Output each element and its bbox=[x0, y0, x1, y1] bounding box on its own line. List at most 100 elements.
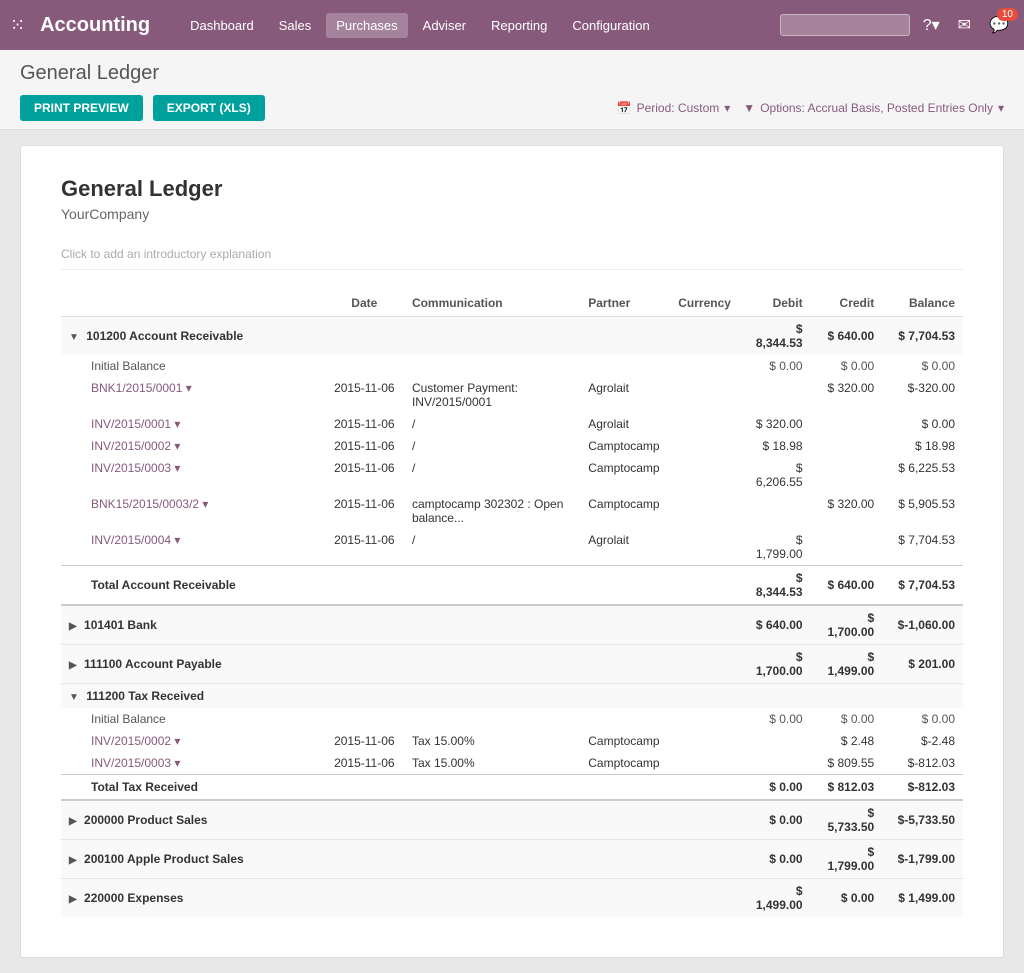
account-debit: $ 1,700.00 bbox=[739, 645, 811, 684]
row-date: 2015-11-06 bbox=[325, 377, 404, 413]
row-balance: $ 7,704.53 bbox=[882, 529, 963, 566]
account-credit: $ 640.00 bbox=[811, 317, 883, 356]
row-communication: Tax 15.00% bbox=[404, 730, 580, 752]
row-communication: / bbox=[404, 457, 580, 493]
account-row[interactable]: ▶ 200000 Product Sales $ 0.00$ 5,733.50$… bbox=[61, 800, 963, 840]
init-balance: $ 0.00 bbox=[882, 355, 963, 377]
options-dropdown-icon[interactable]: ▾ bbox=[998, 101, 1004, 115]
expand-icon[interactable]: ▶ bbox=[69, 855, 77, 866]
options-selector[interactable]: Options: Accrual Basis, Posted Entries O… bbox=[760, 101, 993, 115]
col-balance: Balance bbox=[882, 290, 963, 317]
row-currency bbox=[670, 377, 739, 413]
row-debit: $ 320.00 bbox=[739, 413, 811, 435]
nav-purchases[interactable]: Purchases bbox=[326, 13, 407, 38]
account-name: ▶ 200100 Apple Product Sales bbox=[61, 840, 739, 879]
account-balance: $ 7,704.53 bbox=[882, 317, 963, 356]
row-date: 2015-11-06 bbox=[325, 457, 404, 493]
row-debit bbox=[739, 752, 811, 775]
help-icon[interactable]: ?▾ bbox=[918, 12, 945, 38]
account-debit: $ 0.00 bbox=[739, 840, 811, 879]
row-credit bbox=[811, 413, 883, 435]
app-brand: Accounting bbox=[40, 14, 150, 37]
expand-icon[interactable]: ▶ bbox=[69, 894, 77, 905]
nav-right: ?▾ ✉ 💬 10 bbox=[780, 12, 1014, 38]
row-currency bbox=[670, 529, 739, 566]
row-date: 2015-11-06 bbox=[325, 529, 404, 566]
account-credit: $ 1,799.00 bbox=[811, 840, 883, 879]
row-partner: Camptocamp bbox=[580, 435, 670, 457]
table-row: INV/2015/0003 ▾ 2015-11-06 Tax 15.00% Ca… bbox=[61, 752, 963, 775]
row-communication: / bbox=[404, 529, 580, 566]
search-input[interactable] bbox=[780, 14, 910, 36]
row-ref[interactable]: BNK1/2015/0001 ▾ bbox=[61, 377, 325, 413]
total-debit: $ 0.00 bbox=[739, 775, 811, 801]
expand-icon[interactable]: ▼ bbox=[69, 692, 79, 703]
export-button[interactable]: EXPORT (XLS) bbox=[153, 95, 265, 121]
account-debit: $ 8,344.53 bbox=[739, 317, 811, 356]
expand-icon[interactable]: ▶ bbox=[69, 621, 77, 632]
top-navigation: ⁙ Accounting Dashboard Sales Purchases A… bbox=[0, 0, 1024, 50]
account-name: ▶ 101401 Bank bbox=[61, 605, 739, 645]
table-row: INV/2015/0002 ▾ 2015-11-06 / Camptocamp … bbox=[61, 435, 963, 457]
report-intro-placeholder[interactable]: Click to add an introductory explanation bbox=[61, 247, 963, 270]
row-communication: camptocamp 302302 : Open balance... bbox=[404, 493, 580, 529]
row-ref[interactable]: INV/2015/0004 ▾ bbox=[61, 529, 325, 566]
account-row[interactable]: ▶ 220000 Expenses $ 1,499.00$ 0.00$ 1,49… bbox=[61, 879, 963, 918]
table-row: BNK1/2015/0001 ▾ 2015-11-06 Customer Pay… bbox=[61, 377, 963, 413]
account-name: ▼ 111200 Tax Received bbox=[61, 684, 739, 709]
total-credit: $ 640.00 bbox=[811, 566, 883, 606]
grid-icon[interactable]: ⁙ bbox=[10, 15, 25, 36]
account-row[interactable]: ▼ 101200 Account Receivable $ 8,344.53$ … bbox=[61, 317, 963, 356]
row-ref[interactable]: INV/2015/0003 ▾ bbox=[61, 457, 325, 493]
page-header: General Ledger PRINT PREVIEW EXPORT (XLS… bbox=[0, 50, 1024, 130]
account-row[interactable]: ▶ 200100 Apple Product Sales $ 0.00$ 1,7… bbox=[61, 840, 963, 879]
expand-icon[interactable]: ▶ bbox=[69, 660, 77, 671]
row-ref[interactable]: INV/2015/0001 ▾ bbox=[61, 413, 325, 435]
chat-icon[interactable]: 💬 10 bbox=[984, 12, 1014, 38]
row-ref[interactable]: INV/2015/0003 ▾ bbox=[61, 752, 325, 775]
table-row: INV/2015/0002 ▾ 2015-11-06 Tax 15.00% Ca… bbox=[61, 730, 963, 752]
nav-dashboard[interactable]: Dashboard bbox=[180, 13, 264, 38]
total-label: Total Tax Received bbox=[61, 775, 739, 801]
row-ref[interactable]: INV/2015/0002 ▾ bbox=[61, 730, 325, 752]
messages-icon[interactable]: ✉ bbox=[953, 12, 976, 38]
row-partner: Agrolait bbox=[580, 413, 670, 435]
account-balance bbox=[882, 684, 963, 709]
toolbar: PRINT PREVIEW EXPORT (XLS) 📅 Period: Cus… bbox=[20, 95, 1004, 121]
total-label: Total Account Receivable bbox=[61, 566, 739, 606]
expand-icon[interactable]: ▼ bbox=[69, 332, 79, 343]
nav-configuration[interactable]: Configuration bbox=[562, 13, 659, 38]
account-credit: $ 1,700.00 bbox=[811, 605, 883, 645]
row-date: 2015-11-06 bbox=[325, 752, 404, 775]
row-partner: Camptocamp bbox=[580, 457, 670, 493]
nav-adviser[interactable]: Adviser bbox=[413, 13, 476, 38]
account-name: ▶ 111100 Account Payable bbox=[61, 645, 739, 684]
expand-icon[interactable]: ▶ bbox=[69, 816, 77, 827]
init-credit: $ 0.00 bbox=[811, 355, 883, 377]
col-credit: Credit bbox=[811, 290, 883, 317]
row-ref[interactable]: BNK15/2015/0003/2 ▾ bbox=[61, 493, 325, 529]
account-name: ▶ 200000 Product Sales bbox=[61, 800, 739, 840]
row-communication: Customer Payment: INV/2015/0001 bbox=[404, 377, 580, 413]
account-balance: $ 1,499.00 bbox=[882, 879, 963, 918]
row-ref[interactable]: INV/2015/0002 ▾ bbox=[61, 435, 325, 457]
total-balance: $ 7,704.53 bbox=[882, 566, 963, 606]
account-name: ▶ 220000 Expenses bbox=[61, 879, 739, 918]
nav-sales[interactable]: Sales bbox=[269, 13, 322, 38]
period-selector[interactable]: Period: Custom bbox=[637, 101, 720, 115]
row-balance: $-320.00 bbox=[882, 377, 963, 413]
col-currency: Currency bbox=[670, 290, 739, 317]
table-row: BNK15/2015/0003/2 ▾ 2015-11-06 camptocam… bbox=[61, 493, 963, 529]
row-credit bbox=[811, 435, 883, 457]
total-credit: $ 812.03 bbox=[811, 775, 883, 801]
row-balance: $ 0.00 bbox=[882, 413, 963, 435]
print-preview-button[interactable]: PRINT PREVIEW bbox=[20, 95, 143, 121]
col-partner: Partner bbox=[580, 290, 670, 317]
account-row[interactable]: ▼ 111200 Tax Received bbox=[61, 684, 963, 709]
nav-reporting[interactable]: Reporting bbox=[481, 13, 557, 38]
chat-badge: 10 bbox=[997, 8, 1018, 21]
row-currency bbox=[670, 435, 739, 457]
account-row[interactable]: ▶ 101401 Bank $ 640.00$ 1,700.00$-1,060.… bbox=[61, 605, 963, 645]
period-dropdown-icon[interactable]: ▾ bbox=[724, 101, 730, 115]
account-row[interactable]: ▶ 111100 Account Payable $ 1,700.00$ 1,4… bbox=[61, 645, 963, 684]
